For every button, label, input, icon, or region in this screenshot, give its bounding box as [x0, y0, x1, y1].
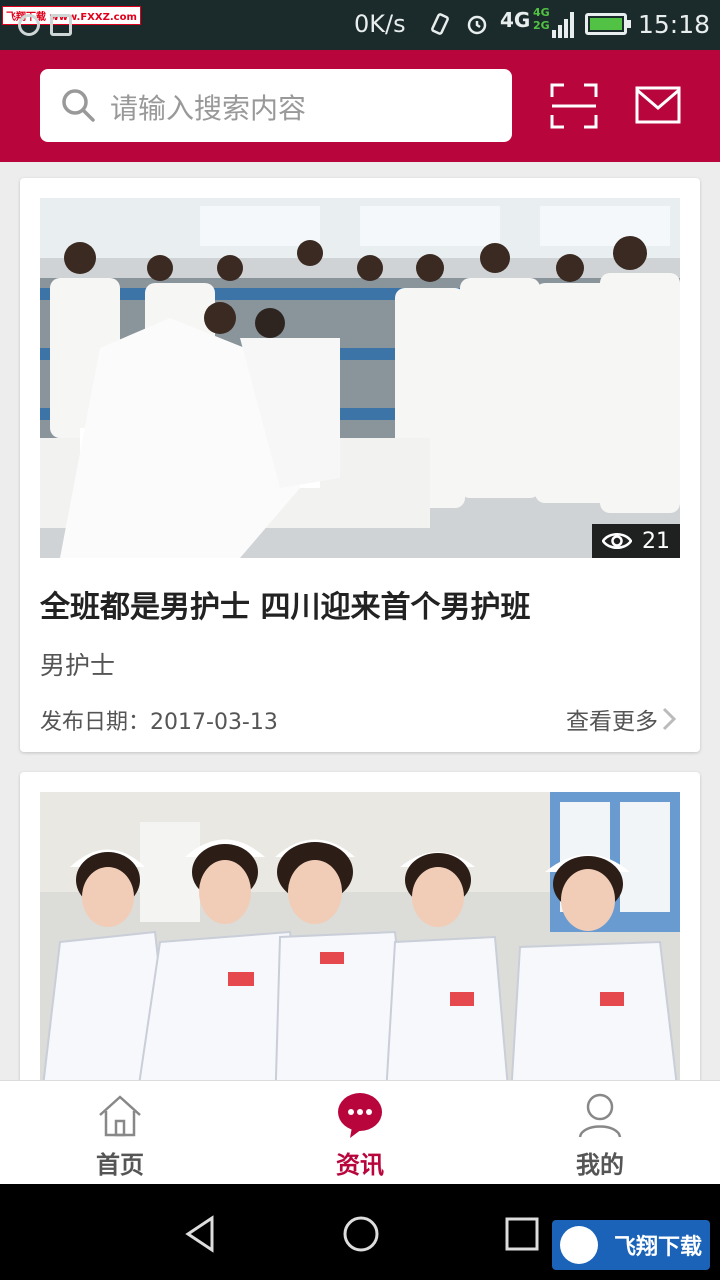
date-value: 2017-03-13: [150, 710, 278, 735]
search-icon: [62, 89, 95, 122]
system-navigation-bar: 飞翔下载: [0, 1184, 720, 1280]
nursing-class-photo: [40, 198, 680, 558]
article-date: 发布日期：2017-03-13: [40, 704, 278, 736]
tab-home[interactable]: 首页: [0, 1081, 240, 1185]
tab-profile[interactable]: 我的: [480, 1081, 720, 1185]
alarm-icon: [467, 15, 487, 35]
logo-mark: [560, 1226, 598, 1264]
search-bar[interactable]: 请输入搜索内容: [40, 69, 512, 142]
network-small-bottom: 2G: [533, 19, 550, 32]
chat-bubble-icon: [338, 1093, 382, 1138]
vibrate-icon: [431, 13, 449, 35]
nurses-group-photo: [40, 792, 680, 1080]
mail-icon[interactable]: [635, 86, 681, 124]
tab-news[interactable]: 资讯: [240, 1081, 480, 1185]
search-placeholder: 请输入搜索内容: [110, 92, 307, 125]
article-title[interactable]: 全班都是男护士 四川迎来首个男护班: [40, 582, 530, 626]
tab-profile-label: 我的: [576, 1151, 624, 1179]
bottom-tab-bar: 首页 资讯 我的: [0, 1080, 720, 1184]
battery-icon: [585, 13, 631, 35]
date-label: 发布日期：: [40, 710, 151, 735]
qq-icon: [18, 14, 40, 36]
site-logo-watermark: 飞翔下载: [552, 1220, 710, 1270]
article-image[interactable]: [40, 792, 680, 1080]
network-type: 4G: [500, 8, 531, 32]
app-header: 请输入搜索内容: [0, 50, 720, 162]
article-card[interactable]: [20, 772, 700, 1080]
image-icon: [50, 14, 72, 36]
signal-icon: [552, 12, 574, 38]
notification-icons: [18, 14, 72, 36]
logo-text: 飞翔下载: [613, 1235, 702, 1260]
view-count: 21: [642, 528, 670, 554]
eye-icon: [602, 533, 632, 549]
clock: 15:18: [638, 10, 711, 39]
view-count-badge: 21: [592, 524, 680, 558]
user-icon: [578, 1093, 622, 1138]
home-button-icon[interactable]: [341, 1214, 381, 1254]
status-bar: 飞翔下载 www.FXXZ.com 0K/s 4G 4G 2G 15:18: [0, 0, 720, 50]
tab-home-label: 首页: [96, 1151, 144, 1179]
back-icon[interactable]: [182, 1214, 222, 1254]
scan-icon[interactable]: [550, 83, 598, 129]
article-card[interactable]: 21 全班都是男护士 四川迎来首个男护班 男护士 发布日期：2017-03-13…: [20, 178, 700, 752]
view-more-link[interactable]: 查看更多: [566, 702, 676, 736]
tab-news-label: 资讯: [336, 1151, 384, 1179]
recents-icon[interactable]: [502, 1214, 542, 1254]
article-tag: 男护士: [40, 651, 116, 680]
network-small-top: 4G: [533, 6, 550, 19]
network-type-small: 4G 2G: [533, 6, 550, 32]
network-speed: 0K/s: [354, 10, 406, 38]
view-more-label: 查看更多: [566, 709, 658, 735]
news-feed[interactable]: 21 全班都是男护士 四川迎来首个男护班 男护士 发布日期：2017-03-13…: [0, 162, 720, 1080]
home-icon: [99, 1095, 141, 1137]
chevron-right-icon: [662, 707, 676, 731]
article-image[interactable]: 21: [40, 198, 680, 558]
